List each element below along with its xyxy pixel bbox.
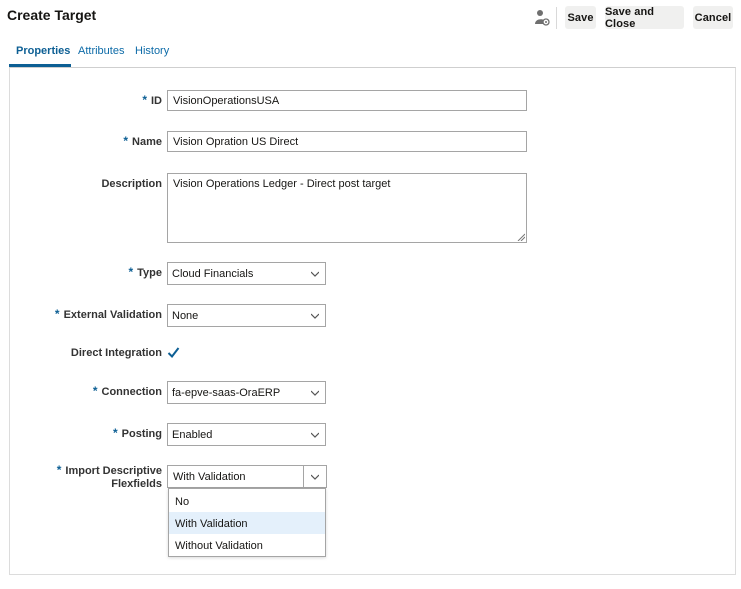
description-field[interactable]: Vision Operations Ledger - Direct post t…	[167, 173, 527, 243]
import-flexfields-label-line1: Import Descriptive	[65, 465, 162, 477]
chevron-down-icon	[311, 271, 319, 277]
external-validation-label: * External Validation	[55, 308, 162, 322]
required-mark: *	[142, 93, 147, 107]
type-label: * Type	[128, 266, 162, 280]
tab-properties[interactable]: Properties	[16, 45, 70, 57]
import-flexfields-dropdown-button[interactable]	[303, 465, 327, 488]
external-validation-label-text: External Validation	[63, 309, 162, 321]
posting-label: * Posting	[113, 427, 162, 441]
posting-label-text: Posting	[121, 428, 162, 440]
connection-select[interactable]: fa-epve-saas-OraERP	[167, 381, 326, 404]
name-field[interactable]	[167, 131, 527, 152]
required-mark: *	[128, 265, 134, 279]
posting-select[interactable]: Enabled	[167, 423, 326, 446]
option-without-validation[interactable]: Without Validation	[169, 534, 325, 556]
external-validation-value: None	[172, 310, 199, 322]
import-flexfields-input[interactable]	[167, 465, 304, 488]
type-label-text: Type	[137, 267, 162, 279]
import-flexfields-label: * Import Descriptive Flexfields	[57, 464, 162, 491]
cancel-button[interactable]: Cancel	[693, 6, 733, 29]
required-mark: *	[56, 463, 62, 477]
page-title: Create Target	[7, 7, 97, 23]
option-with-validation[interactable]: With Validation	[169, 512, 325, 534]
id-field[interactable]	[167, 90, 527, 111]
id-label-text: ID	[151, 95, 162, 107]
connection-label: * Connection	[93, 385, 162, 399]
chevron-down-icon	[311, 313, 319, 319]
required-mark: *	[92, 384, 98, 398]
connection-value: fa-epve-saas-OraERP	[172, 387, 281, 399]
connection-label-text: Connection	[101, 386, 163, 398]
id-label: * ID	[142, 94, 162, 108]
external-validation-select[interactable]: None	[167, 304, 326, 327]
chevron-down-icon	[311, 474, 319, 480]
direct-integration-checkbox[interactable]	[167, 346, 180, 359]
name-label: * Name	[123, 135, 162, 149]
resize-grip-icon[interactable]	[517, 233, 525, 241]
required-mark: *	[123, 134, 129, 148]
required-mark: *	[54, 307, 60, 321]
type-value: Cloud Financials	[172, 268, 254, 280]
import-flexfields-options: No With Validation Without Validation	[168, 488, 326, 557]
name-label-text: Name	[132, 136, 162, 148]
user-settings-icon[interactable]	[534, 9, 550, 26]
header-divider	[556, 7, 557, 29]
tab-history[interactable]: History	[135, 45, 169, 57]
import-flexfields-label-line2: Flexfields	[111, 478, 162, 490]
posting-value: Enabled	[172, 429, 213, 441]
save-button[interactable]: Save	[565, 6, 596, 29]
required-mark: *	[112, 426, 118, 440]
chevron-down-icon	[311, 390, 319, 396]
chevron-down-icon	[311, 432, 319, 438]
type-select[interactable]: Cloud Financials	[167, 262, 326, 285]
description-wrapper: Vision Operations Ledger - Direct post t…	[167, 173, 527, 243]
option-no[interactable]: No	[169, 490, 325, 512]
save-and-close-button[interactable]: Save and Close	[605, 6, 684, 30]
direct-integration-label: Direct Integration	[70, 347, 162, 359]
description-label: Description	[101, 178, 162, 190]
tab-attributes[interactable]: Attributes	[78, 45, 124, 57]
